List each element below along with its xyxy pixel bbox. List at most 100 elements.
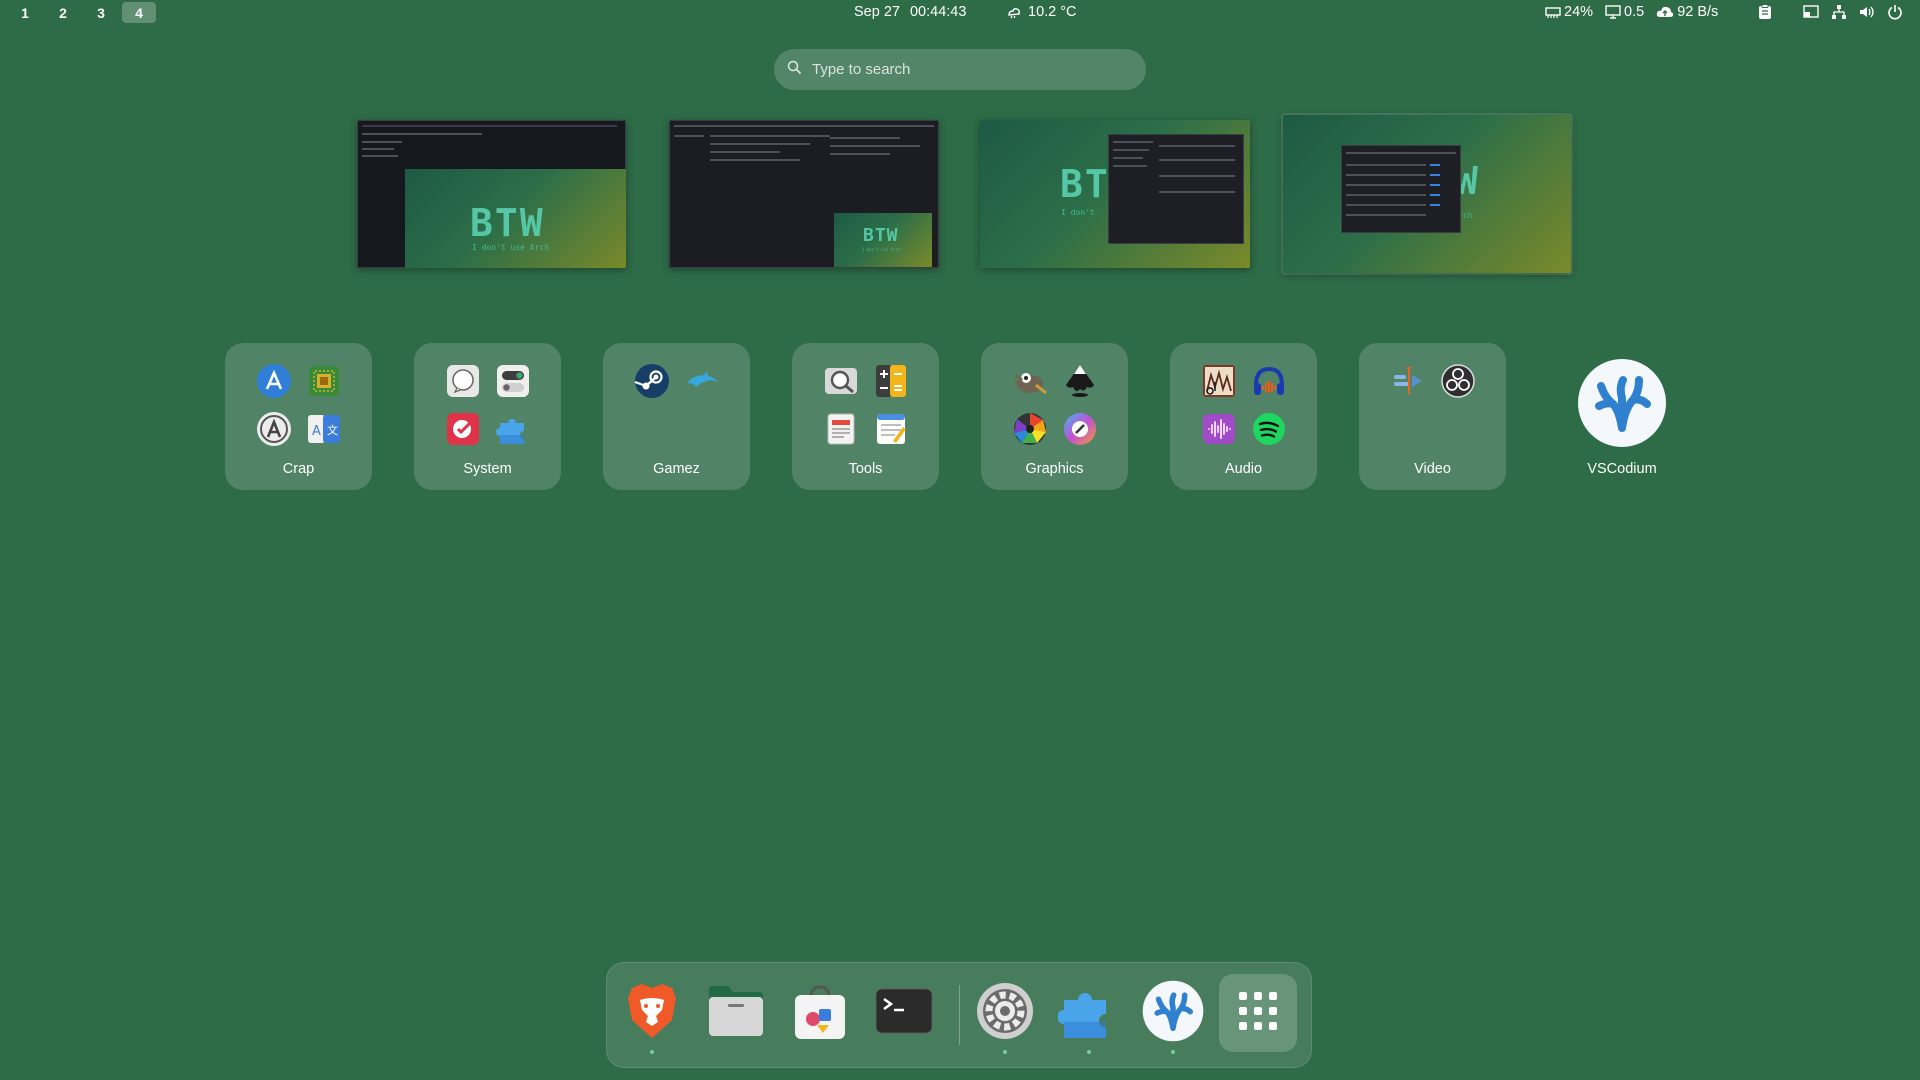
workspace-1-button[interactable]: 1 bbox=[8, 2, 42, 23]
running-indicator bbox=[1003, 1050, 1007, 1054]
svg-text:A: A bbox=[312, 424, 321, 439]
running-indicator bbox=[1171, 1050, 1175, 1054]
system-tray bbox=[1756, 3, 1903, 20]
clock-button[interactable]: Sep 27 00:44:43 bbox=[854, 4, 966, 20]
cpu-icon bbox=[304, 361, 344, 401]
cpu-stat: 0.5 bbox=[1605, 4, 1644, 20]
date-label: Sep 27 bbox=[854, 4, 900, 20]
top-bar: 1 2 3 4 Sep 27 00:44:43 10.2 °C 24% 0.5 bbox=[0, 0, 1920, 26]
folder-label: System bbox=[463, 461, 512, 477]
darktable-icon bbox=[1010, 409, 1050, 449]
memory-stat: 24% bbox=[1545, 4, 1593, 20]
running-indicator bbox=[650, 1050, 654, 1054]
dock-files[interactable] bbox=[701, 978, 771, 1048]
magnifier-icon bbox=[821, 361, 861, 401]
dock-terminal[interactable] bbox=[869, 978, 939, 1048]
brave-browser-icon bbox=[622, 980, 682, 1047]
dock-settings[interactable] bbox=[970, 978, 1040, 1054]
workspace-indicator: 1 2 3 4 bbox=[8, 2, 156, 23]
vscodium-icon bbox=[1577, 358, 1667, 448]
app-vscodium[interactable]: VSCodium bbox=[1569, 343, 1675, 490]
workspace-3-button[interactable]: 3 bbox=[84, 2, 118, 23]
show-apps-button[interactable] bbox=[1219, 974, 1297, 1052]
calculator-icon bbox=[871, 361, 911, 401]
app-store-icon bbox=[254, 361, 294, 401]
search-icon bbox=[787, 60, 802, 80]
workspace-4-button[interactable]: 4 bbox=[122, 2, 156, 23]
folder-crap[interactable]: A文 Crap bbox=[225, 343, 372, 490]
folder-system[interactable]: System bbox=[414, 343, 561, 490]
volume-icon[interactable] bbox=[1858, 3, 1875, 20]
window-preview[interactable] bbox=[1108, 134, 1244, 244]
folder-audio[interactable]: Audio bbox=[1170, 343, 1317, 490]
audacity-icon bbox=[1249, 361, 1289, 401]
workspace-thumbnail-3[interactable]: BTW I don't bbox=[980, 120, 1250, 268]
tasks-check-icon bbox=[443, 409, 483, 449]
network-stat: 92 B/s bbox=[1656, 4, 1718, 20]
text-editor-icon bbox=[871, 409, 911, 449]
wallpaper-banner: BTW bbox=[470, 201, 545, 245]
steam-icon bbox=[632, 361, 672, 401]
folder-graphics[interactable]: Graphics bbox=[981, 343, 1128, 490]
folder-gamez[interactable]: Gamez bbox=[603, 343, 750, 490]
workspace-thumbnail-4[interactable]: W rch bbox=[1283, 115, 1571, 273]
clipboard-icon[interactable] bbox=[1756, 3, 1773, 20]
folder-label: Crap bbox=[282, 461, 315, 477]
color-picker-icon bbox=[1060, 409, 1100, 449]
dock-vscodium[interactable] bbox=[1138, 978, 1208, 1054]
obs-icon bbox=[1438, 361, 1478, 401]
speech-bubble-icon bbox=[443, 361, 483, 401]
folder-label: Tools bbox=[848, 461, 883, 477]
running-indicator bbox=[1087, 1050, 1091, 1054]
workspace-2-button[interactable]: 2 bbox=[46, 2, 80, 23]
memory-icon bbox=[1545, 5, 1561, 19]
weather-indicator[interactable]: 10.2 °C bbox=[1006, 4, 1077, 20]
network-icon[interactable] bbox=[1830, 3, 1847, 20]
time-label: 00:44:43 bbox=[909, 4, 967, 20]
files-icon bbox=[706, 984, 766, 1043]
wallpaper-subtitle: I don't use Arch bbox=[472, 243, 550, 252]
window-preview[interactable]: BTW I don't use Arch bbox=[669, 120, 939, 268]
spotify-icon bbox=[1249, 409, 1289, 449]
power-icon[interactable] bbox=[1886, 3, 1903, 20]
gimp-icon bbox=[1010, 361, 1050, 401]
dock-extensions[interactable] bbox=[1054, 978, 1124, 1054]
dock-brave-browser[interactable] bbox=[617, 978, 687, 1054]
folder-video[interactable]: Video bbox=[1359, 343, 1506, 490]
system-monitor[interactable]: 24% 0.5 92 B/s bbox=[1545, 4, 1718, 20]
screen-cast-icon[interactable] bbox=[1802, 3, 1819, 20]
temperature-label: 10.2 °C bbox=[1028, 4, 1077, 20]
settings-icon bbox=[975, 981, 1035, 1046]
vscodium-icon bbox=[1142, 980, 1204, 1047]
cloud-upload-icon bbox=[1656, 5, 1674, 19]
workspace-thumbnail-2[interactable]: BTW I don't use Arch bbox=[669, 120, 939, 268]
memory-value: 24% bbox=[1564, 4, 1594, 20]
folder-label: Audio bbox=[1224, 461, 1263, 477]
dock-software-store[interactable] bbox=[785, 978, 855, 1048]
window-preview[interactable] bbox=[1341, 145, 1461, 233]
extensions-icon bbox=[1057, 980, 1120, 1047]
weather-icon bbox=[1006, 4, 1022, 20]
workspace-thumbnail-1[interactable]: BTW I don't use Arch bbox=[357, 120, 626, 268]
search-bar[interactable] bbox=[774, 49, 1146, 90]
folder-label: Video bbox=[1414, 461, 1451, 477]
wallpaper-subtitle: I don't use Arch bbox=[862, 247, 901, 252]
folder-tools[interactable]: Tools bbox=[792, 343, 939, 490]
show-apps-icon bbox=[1236, 989, 1280, 1038]
wallpaper-subtitle: I don't bbox=[1061, 208, 1095, 217]
software-store-icon bbox=[791, 981, 849, 1046]
folder-label: Gamez bbox=[653, 461, 700, 477]
search-input[interactable] bbox=[812, 61, 1122, 78]
extensions-icon bbox=[493, 409, 533, 449]
sound-recorder-icon bbox=[1199, 409, 1239, 449]
wallpaper-banner: BTW bbox=[863, 225, 899, 246]
cpu-value: 0.5 bbox=[1624, 4, 1645, 20]
monitor-icon bbox=[1605, 5, 1621, 19]
window-preview[interactable]: BTW I don't use Arch bbox=[357, 120, 626, 268]
tweaks-toggle-icon bbox=[493, 361, 533, 401]
document-viewer-icon bbox=[821, 409, 861, 449]
svg-text:文: 文 bbox=[327, 423, 338, 437]
translate-icon: A文 bbox=[304, 409, 344, 449]
dock bbox=[606, 962, 1312, 1068]
dock-separator bbox=[959, 985, 960, 1045]
